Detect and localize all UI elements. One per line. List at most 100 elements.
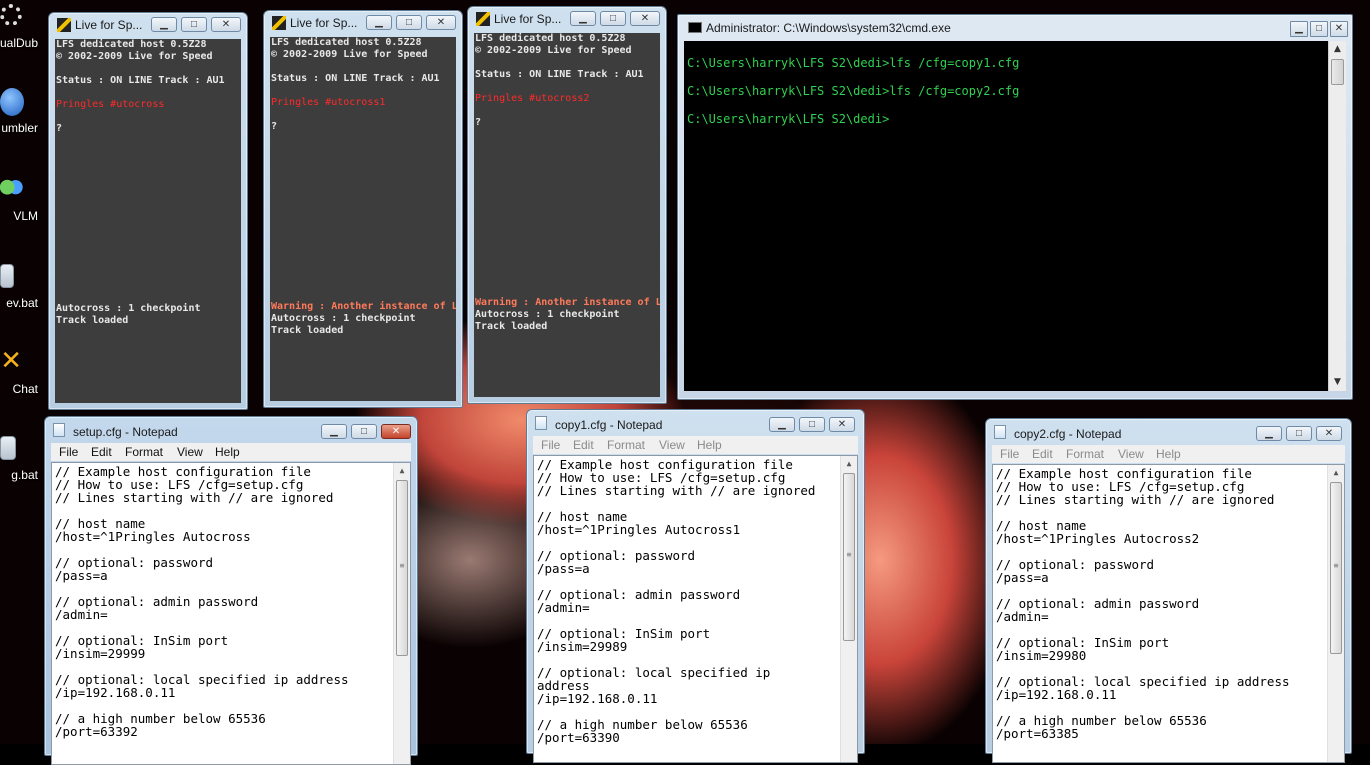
prompt-line: ? (56, 123, 63, 134)
text-editor-area[interactable]: // Example host configuration file// How… (992, 464, 1345, 763)
track-loaded-line: Track loaded (475, 321, 548, 332)
close-button[interactable]: ✕ (630, 11, 660, 26)
notepad-app-icon (994, 425, 1006, 439)
maximize-button[interactable]: □ (799, 417, 825, 432)
cmd-window[interactable]: Administrator: C:\Windows\system32\cmd.e… (677, 14, 1353, 400)
copyright-line: © 2002-2009 Live for Speed (271, 49, 428, 60)
maximize-button[interactable]: □ (181, 17, 207, 32)
text-line: /insim=29999 (55, 646, 146, 661)
copyright-line: © 2002-2009 Live for Speed (56, 51, 213, 62)
menu-view[interactable]: View (1118, 447, 1144, 461)
minimize-button[interactable]: ▁ (151, 17, 177, 32)
lfs-host-window-2[interactable]: Live for Sp... ▁ □ ✕ LFS dedicated host … (263, 10, 463, 408)
text-line: /pass=a (55, 568, 108, 583)
notepad-window-copy1[interactable]: copy1.cfg - Notepad ▁ □ ✕ File Edit Form… (526, 409, 865, 763)
text-line: /insim=29980 (996, 648, 1087, 663)
title-bar[interactable]: Live for Sp... ▁ □ ✕ (468, 7, 666, 31)
vertical-scrollbar[interactable]: ▲ ≡ (840, 456, 857, 762)
scroll-up-arrow-icon[interactable]: ▲ (1329, 41, 1346, 58)
status-line: Status : ON LINE Track : AU1 (475, 69, 644, 80)
lfs-host-window-3[interactable]: Live for Sp... ▁ □ ✕ LFS dedicated host … (467, 6, 667, 404)
menu-format[interactable]: Format (607, 438, 645, 452)
checkpoint-line: Autocross : 1 checkpoint (475, 309, 620, 320)
status-line: Status : ON LINE Track : AU1 (271, 73, 440, 84)
minimize-button[interactable]: ▁ (1290, 21, 1308, 37)
notepad-window-setup[interactable]: setup.cfg - Notepad ▁ □ ✕ File Edit Form… (44, 416, 418, 765)
prompt-line: ? (271, 121, 278, 132)
title-bar[interactable]: Administrator: C:\Windows\system32\cmd.e… (678, 15, 1352, 39)
text-line: /port=63392 (55, 724, 138, 739)
vertical-scrollbar[interactable]: ▲ ≡ (393, 463, 410, 764)
close-button[interactable]: ✕ (426, 15, 456, 30)
menu-view[interactable]: View (177, 445, 203, 459)
menu-edit[interactable]: Edit (91, 445, 112, 459)
checkpoint-line: Autocross : 1 checkpoint (56, 303, 201, 314)
host-name-line: Pringles #utocross2 (475, 93, 590, 104)
text-line: // Lines starting with // are ignored (996, 492, 1275, 507)
menu-format[interactable]: Format (1066, 447, 1104, 461)
text-line: /ip=192.168.0.11 (537, 691, 658, 706)
lfs-host-window-1[interactable]: Live for Sp... ▁ □ ✕ LFS dedicated host … (48, 12, 248, 410)
vertical-scrollbar[interactable]: ▲ ≡ (1327, 465, 1344, 762)
minimize-button[interactable]: ▁ (570, 11, 596, 26)
lfs-app-icon (272, 16, 286, 30)
text-editor-area[interactable]: // Example host configuration file// How… (533, 455, 858, 763)
menu-file[interactable]: File (1000, 447, 1019, 461)
close-button[interactable]: ✕ (211, 17, 241, 32)
chat-x-icon: ✕ (0, 346, 22, 376)
text-line: /admin= (55, 607, 108, 622)
title-bar[interactable]: copy1.cfg - Notepad ▁ □ ✕ (527, 410, 864, 434)
batch-file-icon (0, 436, 16, 460)
scroll-up-arrow-icon[interactable]: ▲ (394, 463, 410, 479)
text-line: /insim=29989 (537, 639, 628, 654)
menu-edit[interactable]: Edit (573, 438, 594, 452)
text-line: // Lines starting with // are ignored (537, 483, 816, 498)
maximize-button[interactable]: □ (600, 11, 626, 26)
desktop-icon-label: Chat (12, 382, 38, 396)
maximize-button[interactable]: □ (396, 15, 422, 30)
menu-edit[interactable]: Edit (1032, 447, 1053, 461)
lfs-console-output: LFS dedicated host 0.5Z28 © 2002-2009 Li… (55, 39, 241, 403)
scroll-down-arrow-icon[interactable]: ▼ (1329, 374, 1346, 391)
maximize-button[interactable]: □ (1310, 21, 1328, 37)
text-line: /pass=a (537, 561, 590, 576)
text-line: /port=63385 (996, 726, 1079, 741)
warning-line: Warning : Another instance of LFS is (271, 301, 456, 312)
close-button[interactable]: ✕ (1316, 426, 1342, 441)
console-output[interactable]: C:\Users\harryk\LFS S2\dedi>lfs /cfg=cop… (684, 41, 1328, 391)
text-editor-area[interactable]: // Example host configuration file// How… (51, 462, 411, 765)
minimize-button[interactable]: ▁ (1256, 426, 1282, 441)
close-button[interactable]: ✕ (381, 424, 411, 439)
title-bar[interactable]: Live for Sp... ▁ □ ✕ (264, 11, 462, 35)
close-button[interactable]: ✕ (1330, 21, 1348, 37)
menu-help[interactable]: Help (697, 438, 722, 452)
scroll-grip-icon: ≡ (846, 550, 852, 559)
menu-view[interactable]: View (659, 438, 685, 452)
menu-help[interactable]: Help (1156, 447, 1181, 461)
close-button[interactable]: ✕ (829, 417, 855, 432)
scroll-thumb[interactable] (1331, 59, 1344, 85)
maximize-button[interactable]: □ (351, 424, 377, 439)
windows-live-messenger-icon (0, 176, 24, 204)
menu-file[interactable]: File (541, 438, 560, 452)
minimize-button[interactable]: ▁ (769, 417, 795, 432)
window-title: setup.cfg - Notepad (73, 425, 178, 439)
console-line: C:\Users\harryk\LFS S2\dedi>lfs /cfg=cop… (687, 84, 1020, 98)
title-bar[interactable]: Live for Sp... ▁ □ ✕ (49, 13, 247, 37)
title-bar[interactable]: setup.cfg - Notepad ▁ □ ✕ (45, 417, 417, 441)
maximize-button[interactable]: □ (1286, 426, 1312, 441)
title-bar[interactable]: copy2.cfg - Notepad ▁ □ ✕ (986, 419, 1351, 443)
status-line: Status : ON LINE Track : AU1 (56, 75, 225, 86)
menu-file[interactable]: File (59, 445, 78, 459)
menu-format[interactable]: Format (125, 445, 163, 459)
text-line: /admin= (537, 600, 590, 615)
scroll-up-arrow-icon[interactable]: ▲ (1328, 465, 1344, 481)
cmd-app-icon (688, 22, 702, 33)
scroll-up-arrow-icon[interactable]: ▲ (841, 456, 857, 472)
notepad-window-copy2[interactable]: copy2.cfg - Notepad ▁ □ ✕ File Edit Form… (985, 418, 1352, 763)
vertical-scrollbar[interactable]: ▲ ▼ (1328, 41, 1346, 391)
minimize-button[interactable]: ▁ (366, 15, 392, 30)
minimize-button[interactable]: ▁ (321, 424, 347, 439)
text-line: /host=^1Pringles Autocross1 (537, 522, 741, 537)
menu-help[interactable]: Help (215, 445, 240, 459)
